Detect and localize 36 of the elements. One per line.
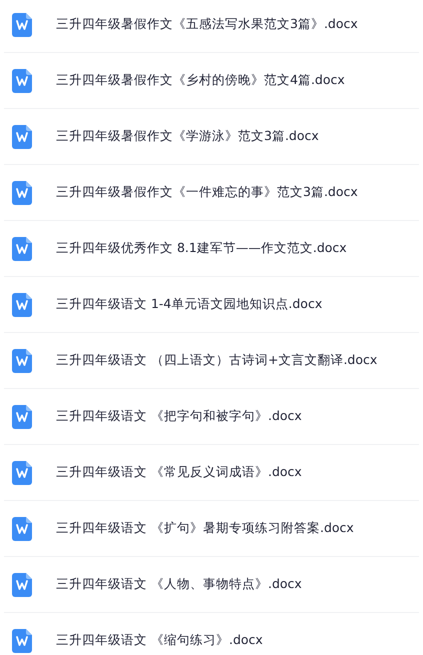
file-row[interactable]: 三升四年级语文 《把字句和被字句》.docx [4, 389, 419, 445]
file-name: 三升四年级语文 （四上语文）古诗词+文言文翻译.docx [56, 352, 378, 369]
file-row[interactable]: 三升四年级语文 《扩句》暑期专项练习附答案.docx [4, 501, 419, 557]
document-icon [12, 628, 32, 652]
document-icon [12, 12, 32, 36]
file-name: 三升四年级语文 《把字句和被字句》.docx [56, 408, 302, 425]
document-icon [12, 292, 32, 316]
document-icon [12, 516, 32, 540]
document-icon [12, 572, 32, 596]
file-name: 三升四年级语文 《常见反义词成语》.docx [56, 464, 302, 481]
document-icon [12, 68, 32, 92]
file-row[interactable]: 三升四年级优秀作文 8.1建军节——作文范文.docx [4, 221, 419, 277]
file-name: 三升四年级优秀作文 8.1建军节——作文范文.docx [56, 240, 347, 257]
file-name: 三升四年级暑假作文《乡村的傍晚》范文4篇.docx [56, 72, 345, 89]
file-name: 三升四年级语文 《扩句》暑期专项练习附答案.docx [56, 520, 354, 537]
file-row[interactable]: 三升四年级语文 1-4单元语文园地知识点.docx [4, 277, 419, 333]
file-name: 三升四年级语文 《人物、事物特点》.docx [56, 576, 302, 593]
document-icon [12, 348, 32, 372]
file-name: 三升四年级语文 1-4单元语文园地知识点.docx [56, 296, 322, 313]
file-row[interactable]: 三升四年级暑假作文《五感法写水果范文3篇》.docx [4, 0, 419, 53]
document-icon [12, 236, 32, 260]
file-name: 三升四年级暑假作文《五感法写水果范文3篇》.docx [56, 16, 358, 33]
file-row[interactable]: 三升四年级暑假作文《乡村的傍晚》范文4篇.docx [4, 53, 419, 109]
file-row[interactable]: 三升四年级语文 《常见反义词成语》.docx [4, 445, 419, 501]
document-icon [12, 180, 32, 204]
file-name: 三升四年级暑假作文《学游泳》范文3篇.docx [56, 128, 319, 145]
file-name: 三升四年级暑假作文《一件难忘的事》范文3篇.docx [56, 184, 358, 201]
document-icon [12, 404, 32, 428]
file-name: 三升四年级语文 《缩句练习》.docx [56, 632, 263, 649]
file-row[interactable]: 三升四年级暑假作文《学游泳》范文3篇.docx [4, 109, 419, 165]
file-row[interactable]: 三升四年级语文 《人物、事物特点》.docx [4, 557, 419, 613]
document-icon [12, 124, 32, 148]
file-row[interactable]: 三升四年级暑假作文《一件难忘的事》范文3篇.docx [4, 165, 419, 221]
file-row[interactable]: 三升四年级语文 《缩句练习》.docx [4, 613, 419, 655]
document-icon [12, 460, 32, 484]
file-row[interactable]: 三升四年级语文 （四上语文）古诗词+文言文翻译.docx [4, 333, 419, 389]
